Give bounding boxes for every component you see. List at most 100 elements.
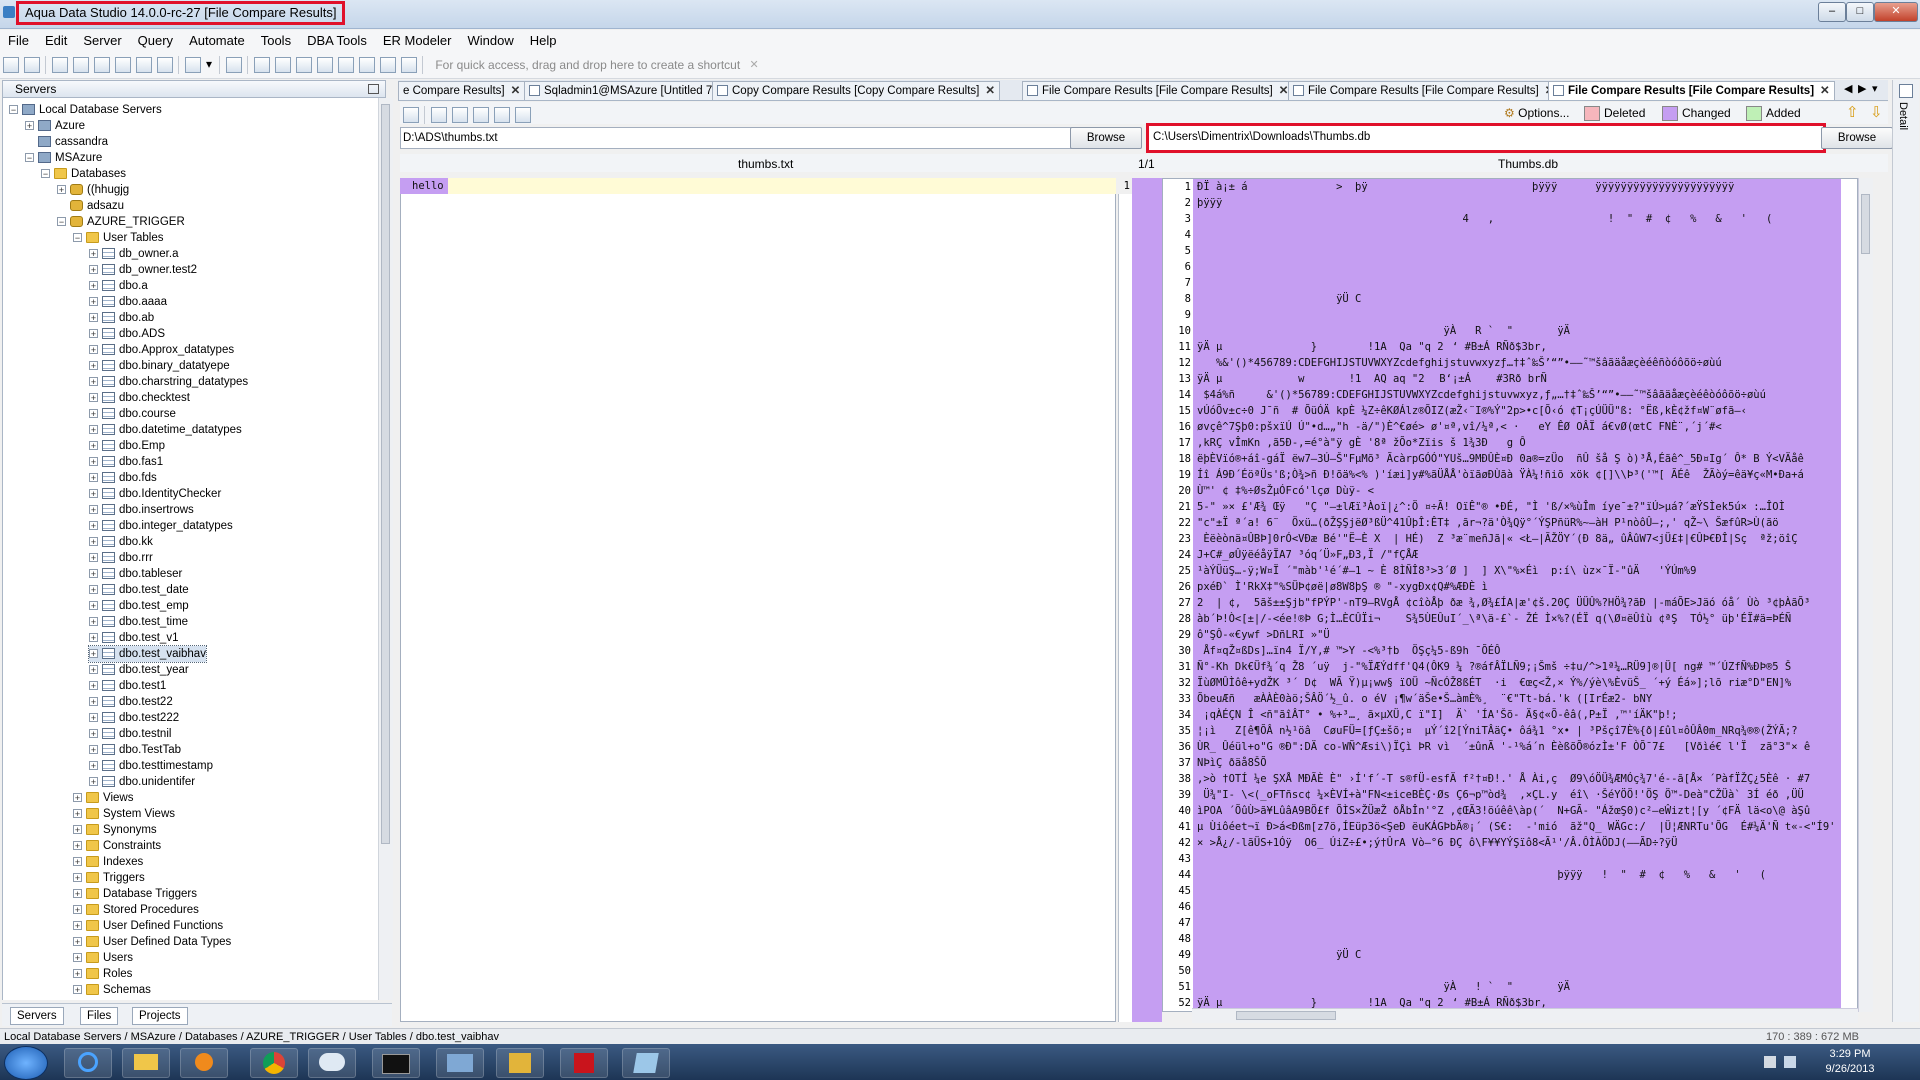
- layout-9-icon[interactable]: [401, 57, 417, 73]
- collapse-icon[interactable]: −: [73, 233, 82, 243]
- document-tab[interactable]: File Compare Results [File Compare Resul…: [1548, 81, 1835, 100]
- expand-icon[interactable]: +: [89, 569, 98, 579]
- layout-2-icon[interactable]: [254, 57, 270, 73]
- tree-node[interactable]: cassandra: [25, 134, 108, 150]
- close-tab-icon[interactable]: ✕: [1820, 85, 1830, 97]
- document-tab[interactable]: Sqladmin1@MSAzure [Untitled 7]*✕: [524, 81, 741, 100]
- close-tab-icon[interactable]: ✕: [1279, 85, 1289, 97]
- expand-icon[interactable]: +: [73, 953, 82, 963]
- layout-4-icon[interactable]: [296, 57, 312, 73]
- expand-icon[interactable]: +: [89, 713, 98, 723]
- tree-node[interactable]: + ((hhugjg: [57, 182, 129, 198]
- save-compare-icon[interactable]: [431, 107, 447, 123]
- tab-servers[interactable]: Servers: [10, 1007, 64, 1025]
- tree-node[interactable]: + dbo.unidentifer: [89, 774, 195, 790]
- tree-node[interactable]: + Stored Procedures: [73, 902, 199, 918]
- expand-icon[interactable]: +: [73, 889, 82, 899]
- options-button[interactable]: ⚙ Options...: [1504, 105, 1569, 121]
- tree-node[interactable]: + dbo.testnil: [89, 726, 171, 742]
- tree-node[interactable]: + dbo.integer_datatypes: [89, 518, 233, 534]
- layout-3-icon[interactable]: [275, 57, 291, 73]
- disconnect-icon[interactable]: [73, 57, 89, 73]
- expand-icon[interactable]: +: [89, 617, 98, 627]
- tree-node[interactable]: + dbo.test22: [89, 694, 173, 710]
- tree-node[interactable]: + db_owner.test2: [89, 262, 197, 278]
- tree-node[interactable]: + dbo.fas1: [89, 454, 163, 470]
- new-server-icon[interactable]: [24, 57, 40, 73]
- command-prompt-icon[interactable]: [372, 1048, 420, 1078]
- tree-node[interactable]: + dbo.binary_datatyepe: [89, 358, 230, 374]
- edit-icon[interactable]: [473, 107, 489, 123]
- close-button[interactable]: ✕: [1874, 2, 1918, 22]
- tree-node[interactable]: + db_owner.a: [89, 246, 178, 262]
- document-tab[interactable]: Copy Compare Results [Copy Compare Resul…: [712, 81, 1000, 100]
- tree-node[interactable]: + dbo.fds: [89, 470, 157, 486]
- expand-icon[interactable]: +: [89, 361, 98, 371]
- expand-icon[interactable]: +: [73, 921, 82, 931]
- right-vertical-scrollbar[interactable]: [1858, 178, 1873, 1012]
- tree-node[interactable]: + dbo.a: [89, 278, 148, 294]
- tab-scroll-right-icon[interactable]: ▶: [1858, 82, 1866, 95]
- collapse-icon[interactable]: −: [9, 105, 18, 115]
- close-shortcut-bar-icon[interactable]: ✕: [750, 59, 759, 71]
- menu-help[interactable]: Help: [522, 30, 565, 52]
- tree-node[interactable]: + dbo.test_year: [89, 662, 189, 678]
- expand-icon[interactable]: +: [73, 905, 82, 915]
- expand-icon[interactable]: +: [73, 985, 82, 995]
- new-file-icon[interactable]: [3, 57, 19, 73]
- tree-node[interactable]: − Databases: [41, 166, 126, 182]
- start-button[interactable]: [4, 1046, 48, 1080]
- document-tab[interactable]: File Compare Results [File Compare Resul…: [1288, 81, 1560, 100]
- menu-server[interactable]: Server: [75, 30, 129, 52]
- tree-node[interactable]: + Roles: [73, 966, 132, 982]
- expand-icon[interactable]: +: [73, 937, 82, 947]
- right-vscroll-thumb[interactable]: [1861, 194, 1870, 254]
- expand-icon[interactable]: +: [89, 521, 98, 531]
- expand-icon[interactable]: +: [89, 505, 98, 515]
- previous-diff-arrow-icon[interactable]: ⇧: [1846, 103, 1859, 121]
- layout-6-icon[interactable]: [338, 57, 354, 73]
- collapse-icon[interactable]: −: [25, 153, 34, 163]
- media-player-icon[interactable]: [180, 1048, 228, 1078]
- tree-node[interactable]: + dbo.TestTab: [89, 742, 181, 758]
- schema-icon[interactable]: [136, 57, 152, 73]
- tree-node[interactable]: − MSAzure: [25, 150, 102, 166]
- internet-explorer-icon[interactable]: [64, 1048, 112, 1078]
- expand-icon[interactable]: +: [89, 329, 98, 339]
- panel-restore-icon[interactable]: [368, 84, 379, 94]
- tree-node[interactable]: + dbo.test_vaibhav: [88, 645, 207, 663]
- menu-query[interactable]: Query: [130, 30, 181, 52]
- tree-node[interactable]: + dbo.IdentityChecker: [89, 486, 221, 502]
- tree-node[interactable]: + dbo.checktest: [89, 390, 190, 406]
- maximize-button[interactable]: □: [1846, 2, 1874, 22]
- expand-icon[interactable]: +: [89, 681, 98, 691]
- tree-node[interactable]: + dbo.course: [89, 406, 176, 422]
- tab-list-icon[interactable]: ▾: [1872, 82, 1878, 95]
- google-talk-icon[interactable]: [308, 1048, 356, 1078]
- menu-tools[interactable]: Tools: [253, 30, 299, 52]
- acrobat-icon[interactable]: [560, 1048, 608, 1078]
- expand-icon[interactable]: +: [89, 633, 98, 643]
- tab-projects[interactable]: Projects: [132, 1007, 188, 1025]
- tree-node[interactable]: + dbo.tableser: [89, 566, 182, 582]
- tree-scrollbar[interactable]: [378, 98, 393, 1000]
- menu-automate[interactable]: Automate: [181, 30, 253, 52]
- expand-icon[interactable]: +: [89, 409, 98, 419]
- tree-node[interactable]: + Synonyms: [73, 822, 157, 838]
- right-browse-button[interactable]: Browse: [1821, 127, 1893, 149]
- layout-7-icon[interactable]: [359, 57, 375, 73]
- tree-node[interactable]: + dbo.charstring_datatypes: [89, 374, 248, 390]
- expand-icon[interactable]: +: [73, 841, 82, 851]
- expand-icon[interactable]: +: [89, 745, 98, 755]
- tree-node[interactable]: + dbo.test_v1: [89, 630, 178, 646]
- print-icon[interactable]: [452, 107, 468, 123]
- tree-node[interactable]: + User Defined Functions: [73, 918, 223, 934]
- close-tab-icon[interactable]: ✕: [985, 85, 995, 97]
- tree-node[interactable]: + Indexes: [73, 854, 143, 870]
- expand-icon[interactable]: +: [73, 857, 82, 867]
- expand-icon[interactable]: +: [73, 825, 82, 835]
- expand-icon[interactable]: +: [89, 553, 98, 563]
- expand-icon[interactable]: +: [89, 761, 98, 771]
- expand-icon[interactable]: +: [89, 729, 98, 739]
- tree-node[interactable]: + dbo.test_emp: [89, 598, 189, 614]
